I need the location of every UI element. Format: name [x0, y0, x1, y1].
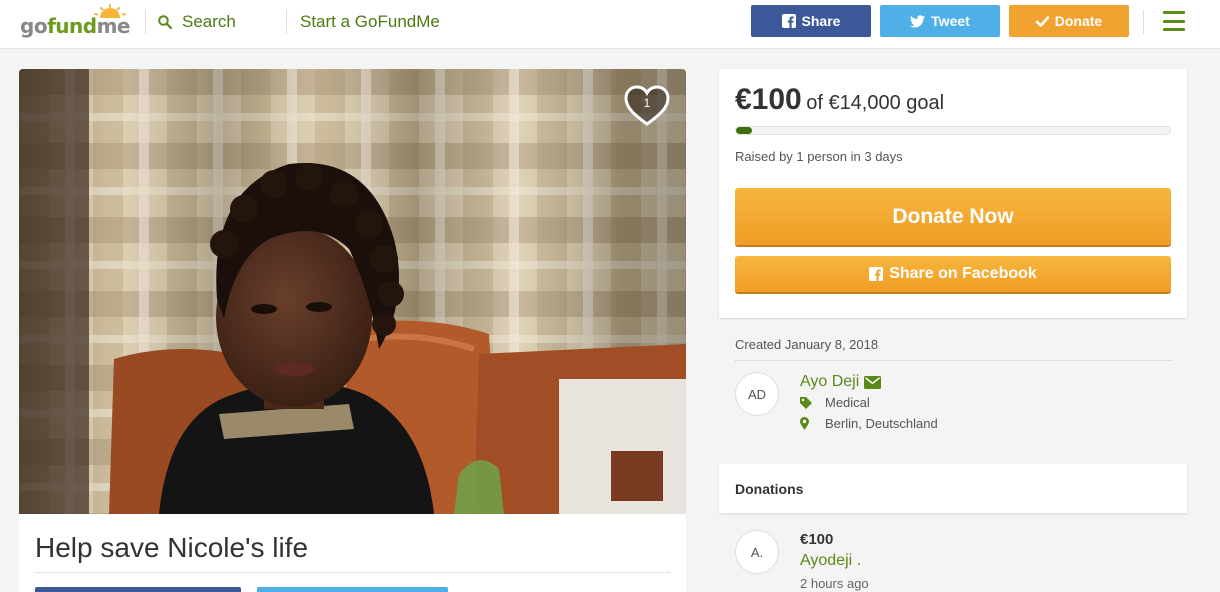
search-link[interactable]: Search	[158, 12, 236, 32]
organizer-category: Medical	[800, 395, 870, 410]
campaign-title-card: Help save Nicole's life	[19, 514, 686, 592]
divider	[35, 572, 670, 573]
twitter-icon	[910, 14, 926, 27]
checkmark-icon	[1035, 15, 1049, 27]
tweet-label: Tweet	[931, 13, 970, 29]
facebook-icon	[869, 267, 884, 281]
organizer-name-link[interactable]: Ayo Deji	[800, 373, 882, 391]
raised-summary: €100 of €14,000 goal	[735, 83, 944, 117]
heart-favorite-icon[interactable]: 1	[623, 84, 671, 128]
location-label: Berlin, Deutschland	[825, 416, 938, 431]
donation-time: 2 hours ago	[800, 576, 869, 591]
raised-by-text: Raised by 1 person in 3 days	[735, 149, 903, 164]
map-pin-icon	[800, 417, 809, 430]
category-label: Medical	[825, 395, 870, 410]
goal-text: of €14,000 goal	[806, 92, 945, 114]
logo-me: me	[96, 14, 131, 38]
header-divider	[1143, 10, 1144, 34]
heart-count: 1	[644, 96, 651, 110]
envelope-icon[interactable]	[864, 375, 882, 389]
campaign-photo	[19, 69, 686, 514]
donate-button[interactable]: Donate	[1009, 5, 1129, 37]
tweet-button-lower[interactable]	[257, 587, 448, 592]
logo-go: go	[20, 14, 48, 38]
search-label: Search	[182, 12, 236, 31]
logo-fund: fund	[47, 14, 97, 38]
donor-avatar: A.	[735, 530, 779, 574]
organizer-name: Ayo Deji	[800, 373, 860, 390]
logo-wordmark: gofundme	[20, 14, 130, 38]
header-divider	[286, 10, 287, 34]
donation-amount: €100	[800, 531, 834, 548]
share-label: Share	[801, 13, 841, 29]
donate-label: Donate	[1054, 13, 1103, 29]
share-button[interactable]: Share	[751, 5, 871, 37]
top-header: gofundme Search Start a GoFundMe Share T…	[0, 0, 1220, 49]
share-on-facebook-button[interactable]: Share on Facebook	[735, 256, 1171, 292]
goal-card: €100 of €14,000 goal Raised by 1 person …	[719, 69, 1187, 318]
organizer-location: Berlin, Deutschland	[800, 416, 938, 431]
raised-amount: €100	[735, 83, 802, 116]
donations-card: Donations	[719, 464, 1187, 513]
tag-icon	[800, 396, 812, 409]
created-date: Created January 8, 2018	[735, 337, 879, 352]
hamburger-menu-icon[interactable]	[1163, 11, 1185, 31]
share-on-facebook-label: Share on Facebook	[889, 265, 1037, 282]
donations-heading: Donations	[735, 481, 804, 497]
donate-now-button[interactable]: Donate Now	[735, 188, 1171, 245]
donor-name[interactable]: Ayodeji .	[800, 552, 861, 570]
organizer-avatar: AD	[735, 372, 779, 416]
progress-fill	[736, 127, 752, 134]
share-facebook-button-lower[interactable]	[35, 587, 241, 592]
search-icon	[158, 15, 172, 29]
facebook-icon	[781, 14, 796, 28]
progress-bar	[735, 126, 1171, 135]
start-gofundme-link[interactable]: Start a GoFundMe	[300, 12, 440, 32]
gofundme-logo[interactable]: gofundme	[20, 4, 130, 40]
header-divider	[145, 10, 146, 34]
tweet-button[interactable]: Tweet	[880, 5, 1000, 37]
divider	[735, 360, 1171, 361]
campaign-title: Help save Nicole's life	[35, 532, 309, 563]
